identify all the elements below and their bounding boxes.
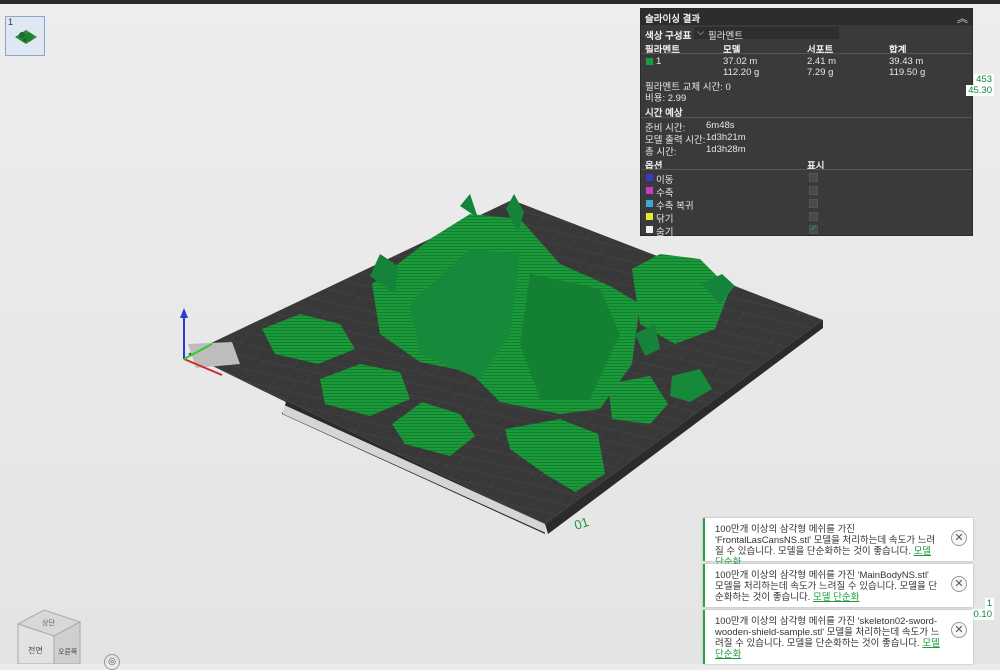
panel-header: 슬라이싱 결과 ︽ [641,9,972,25]
collapse-icon[interactable]: ︽ [957,10,968,26]
color-scheme-value: 필라멘트 [708,31,743,42]
unretract-checkbox[interactable] [809,199,818,208]
notification-skeleton: 100만개 이상의 삼각형 메쉬를 가진 'skeleton02-sword-w… [703,610,973,664]
total-time-value: 1d3h28m [706,144,746,155]
filament-id: 1 [656,56,662,67]
option-unretract: 수축 복귀 [656,201,694,212]
close-icon[interactable]: ✕ [951,530,967,546]
panel-title: 슬라이싱 결과 [645,14,701,25]
view-cube-right: 오른쪽 [58,648,78,656]
color-scheme-label: 색상 구성표 [645,31,692,42]
total-length: 39.43 m [889,56,924,67]
model-print-time-value: 1d3h21m [706,132,746,143]
layer-top-value: 453 [974,74,994,85]
seam-checkbox[interactable] [809,223,818,234]
wipe-swatch [646,213,653,220]
option-wipe: 닦기 [656,214,674,225]
notification-mainbody: 100만개 이상의 삼각형 메쉬를 가진 'MainBodyNS.stl' 모델… [703,564,973,607]
slicing-results-panel: 슬라이싱 결과 ︽ 색상 구성표 ⌵ 필라멘트 필라멘트 모델 서포트 합계 1… [640,8,973,238]
retract-swatch [646,187,653,194]
support-length: 2.41 m [807,56,837,67]
option-retract: 수축 [656,188,674,199]
chevron-down-icon: ⌵ [697,27,705,38]
travel-checkbox[interactable] [809,173,818,182]
prep-time-value: 6m48s [706,120,735,131]
recenter-view-icon[interactable]: ◎ [104,654,120,670]
view-cube[interactable]: 전면 오른쪽 상단 [14,608,86,664]
close-icon[interactable]: ✕ [951,576,967,592]
option-travel: 이동 [656,175,674,186]
notification-text: 100만개 이상의 삼각형 메쉬를 가진 'skeleton02-sword-w… [715,616,940,649]
total-weight: 119.50 g [889,67,926,78]
3d-viewport[interactable]: 1 01 슬라이싱 결과 ︽ 색상 구성표 ⌵ 필라멘트 필라멘트 모델 서포트… [0,4,1000,670]
model-weight: 112.20 g [723,67,760,78]
support-weight: 7.29 g [807,67,834,78]
layer-bottom-value: 1 [984,598,994,609]
cost: 비용: 2.99 [645,93,687,104]
wipe-checkbox[interactable] [809,212,818,221]
close-icon[interactable]: ✕ [951,622,967,638]
filament-swatch [646,58,653,65]
total-time-label: 총 시간: [645,147,677,158]
view-cube-top: 상단 [42,618,55,627]
layer-top-height: 45.30 [966,85,994,96]
seam-swatch [646,226,653,233]
retract-checkbox[interactable] [809,186,818,195]
unretract-swatch [646,200,653,207]
color-scheme-select[interactable]: ⌵ 필라멘트 [694,27,839,42]
view-cube-front: 전면 [28,645,43,655]
travel-swatch [646,174,653,181]
notification-frontal: 100만개 이상의 삼각형 메쉬를 가진 'FrontalLasCansNS.s… [703,518,973,568]
simplify-model-link[interactable]: 모델 단순화 [813,592,859,603]
option-seam: 숨기 [656,227,674,238]
model-length: 37.02 m [723,56,758,67]
layer-bottom-height: 0.10 [971,609,994,620]
bed-number: 01 [572,514,590,533]
notification-text: 100만개 이상의 삼각형 메쉬를 가진 'FrontalLasCansNS.s… [715,524,936,557]
